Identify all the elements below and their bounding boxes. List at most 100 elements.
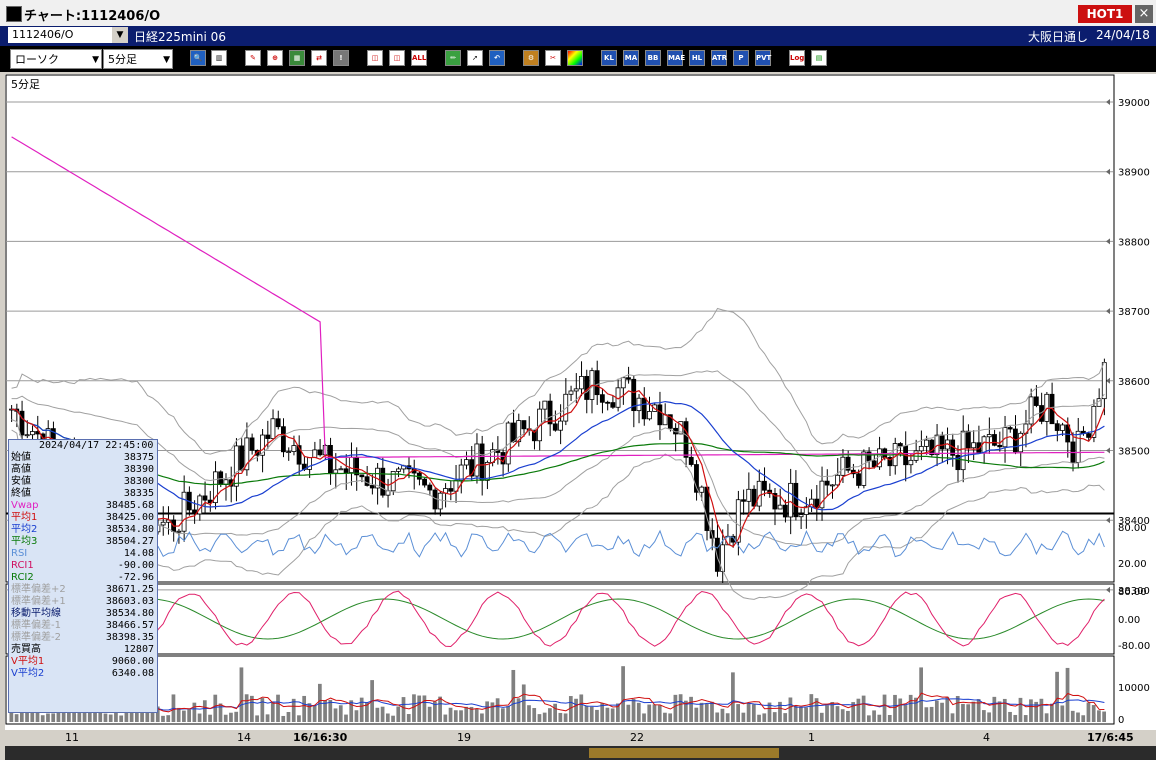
hot-button[interactable]: HOT1 <box>1078 5 1132 23</box>
candle-body <box>1086 433 1092 438</box>
candle-body <box>620 377 626 389</box>
volume-bar <box>595 709 599 722</box>
data-window-row: V平均2 6340.08 <box>9 668 157 680</box>
bb-button[interactable]: BB <box>645 50 661 66</box>
volume-bar <box>861 695 866 722</box>
volume-bar <box>621 666 625 722</box>
volume-bar <box>328 699 333 722</box>
volume-bar <box>161 715 165 722</box>
draw-line-icon[interactable]: ✎ <box>245 50 261 66</box>
volume-bar <box>997 701 1002 722</box>
volume-bar <box>804 707 808 722</box>
candle-box2-icon[interactable]: ◫ <box>389 50 405 66</box>
kl-icon[interactable]: KL <box>601 50 617 66</box>
candle-body <box>364 476 370 486</box>
price-chart-svg[interactable]: 5分足3900038900388003870038600385003840038… <box>5 74 1156 730</box>
volume-bar <box>819 712 824 722</box>
volume-bar <box>422 695 427 722</box>
chart-toolbar: ローソク ▼ 5分足 ▼ 🔍 ▥ ✎ ⊕ ▦ ⇄ ! ◫ ◫ ALL ✏ ➚ ↶ ⚙… <box>0 46 1156 72</box>
cursor-icon[interactable]: ➚ <box>467 50 483 66</box>
hl-button[interactable]: HL <box>689 50 705 66</box>
volume-bar <box>108 714 113 722</box>
volume-bar <box>202 700 207 722</box>
volume-bar <box>1086 702 1091 722</box>
candle-body <box>584 376 590 400</box>
rci-tick-label: -80.00 <box>1118 641 1150 652</box>
log-button[interactable]: Log <box>789 50 805 66</box>
mae-button[interactable]: MAE <box>667 50 685 66</box>
candle-body <box>856 473 861 486</box>
volume-bar <box>417 695 422 722</box>
scroll-icon[interactable]: ↶ <box>489 50 505 66</box>
symbol-input[interactable]: 1112406/O <box>8 27 126 43</box>
chevron-down-icon[interactable]: ▼ <box>112 27 128 43</box>
gear-icon[interactable]: ⚙ <box>523 50 539 66</box>
compare-icon[interactable]: ⇄ <box>311 50 327 66</box>
volume-bar <box>694 707 699 722</box>
chart-type-select[interactable]: ローソク ▼ <box>10 49 102 69</box>
candle-body <box>1054 423 1060 431</box>
volume-bar <box>223 714 228 722</box>
data-window-value: 38485.68 <box>105 500 154 511</box>
candle-body <box>939 434 945 450</box>
volume-bar <box>1070 710 1075 722</box>
volume-bar <box>375 707 380 722</box>
price-tick-label: 38600 <box>1118 377 1150 388</box>
volume-bar <box>1044 713 1049 722</box>
candle-body <box>291 445 297 452</box>
scrollbar-thumb[interactable] <box>589 748 779 758</box>
candle-body <box>762 480 767 491</box>
zoom-icon[interactable]: ⊕ <box>267 50 283 66</box>
horizontal-scrollbar[interactable] <box>5 746 1156 760</box>
candle-body <box>840 456 846 476</box>
volume-bar <box>490 702 495 722</box>
chart-settings-icon[interactable]: ▦ <box>289 50 305 66</box>
volume-bar <box>527 705 531 722</box>
candle-body <box>542 400 548 410</box>
volume-bar <box>987 712 991 722</box>
chart-area[interactable]: 5分足 39000 38900 38800 38700 38600 38500 38400 38… <box>5 74 1156 730</box>
volume-bar <box>427 706 432 722</box>
volume-bar <box>558 712 563 722</box>
candle-body <box>343 468 349 473</box>
data-window-value: 38390 <box>123 464 154 475</box>
volume-bar <box>297 715 301 722</box>
candle-box-icon[interactable]: ◫ <box>367 50 383 66</box>
color-icon[interactable] <box>567 50 583 66</box>
volume-bar <box>950 713 955 722</box>
candle-body <box>777 504 783 510</box>
volume-bar <box>344 714 348 722</box>
data-window-value: -72.96 <box>117 572 154 583</box>
candle-body <box>286 451 292 453</box>
all-button[interactable]: ALL <box>411 50 427 66</box>
volume-bar <box>412 694 416 722</box>
tools-icon[interactable]: ✂ <box>545 50 561 66</box>
data-window-row: 平均2 38534.80 <box>9 524 157 536</box>
layout-icon[interactable]: ▥ <box>211 50 227 66</box>
period-select[interactable]: 5分足 ▼ <box>103 49 173 69</box>
pvt-button[interactable]: PVT <box>755 50 771 66</box>
close-icon[interactable]: × <box>1135 5 1153 23</box>
para-icon[interactable]: P <box>733 50 749 66</box>
data-window-row: V平均1 9060.00 <box>9 656 157 668</box>
volume-bar <box>631 699 636 722</box>
candle-body <box>474 443 480 477</box>
volume-bar <box>982 710 986 722</box>
ma-button[interactable]: MA <box>623 50 639 66</box>
volume-bar <box>302 695 307 722</box>
atr-button[interactable]: ATR <box>711 50 727 66</box>
volume-bar <box>636 702 641 722</box>
pen-icon[interactable]: ✏ <box>445 50 461 66</box>
export-icon[interactable]: ▤ <box>811 50 827 66</box>
candle-body <box>662 414 668 426</box>
volume-bar <box>788 697 793 722</box>
volume-bar <box>1055 671 1059 722</box>
volume-bar <box>668 713 673 722</box>
volume-bar <box>1091 705 1096 722</box>
chevron-down-icon: ▼ <box>92 55 99 65</box>
time-axis-label: 22 <box>630 731 644 744</box>
candle-body <box>1033 396 1039 406</box>
volume-bar <box>500 708 505 722</box>
search-icon[interactable]: 🔍 <box>190 50 206 66</box>
candle-body <box>463 459 469 466</box>
